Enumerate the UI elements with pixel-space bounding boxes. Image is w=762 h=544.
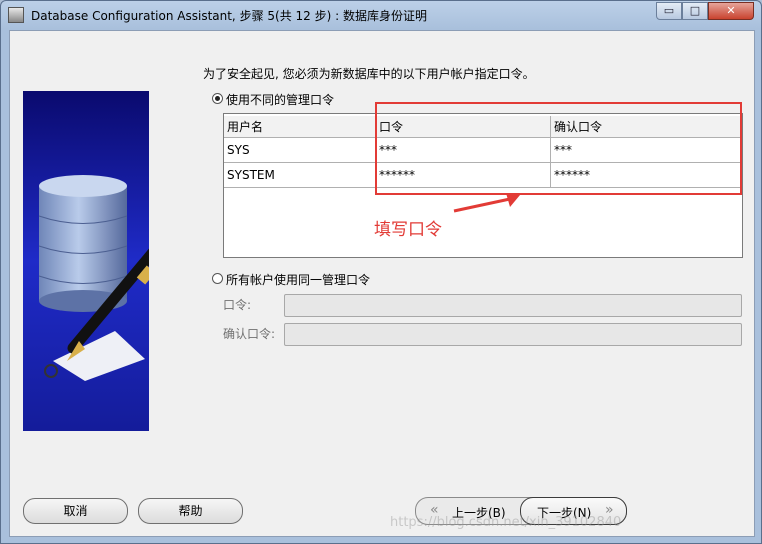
column-header-username: 用户名	[224, 116, 376, 138]
cancel-button[interactable]: 取消	[23, 498, 128, 524]
instruction-text: 为了安全起见, 您必须为新数据库中的以下用户帐户指定口令。	[203, 67, 535, 81]
shared-confirm-label: 确认口令:	[223, 327, 276, 341]
radio-same-password[interactable]	[212, 273, 223, 284]
different-passwords-label: 使用不同的管理口令	[226, 93, 335, 107]
close-button[interactable]: ✕	[708, 2, 754, 20]
same-password-label: 所有帐户使用同一管理口令	[226, 273, 371, 287]
shared-confirm-field[interactable]	[284, 323, 742, 346]
shared-password-field[interactable]	[284, 294, 742, 317]
help-button[interactable]: 帮助	[138, 498, 243, 524]
table-cell-username: SYS	[224, 138, 376, 163]
app-icon	[8, 7, 24, 23]
maximize-button[interactable]: □	[682, 2, 708, 20]
window-title: Database Configuration Assistant, 步骤 5(共…	[31, 9, 427, 23]
dialog-client-area: 为了安全起见, 您必须为新数据库中的以下用户帐户指定口令。 使用不同的管理口令 …	[9, 30, 755, 537]
dbca-window: Database Configuration Assistant, 步骤 5(共…	[0, 0, 762, 544]
watermark-text: https://blog.csdn.net/xin_39102840	[390, 515, 622, 530]
database-pen-illustration	[23, 91, 149, 431]
shared-password-label: 口令:	[223, 298, 252, 312]
annotation-highlight-box	[375, 102, 742, 195]
title-bar[interactable]: Database Configuration Assistant, 步骤 5(共…	[1, 1, 761, 29]
minimize-button[interactable]: ▭	[656, 2, 682, 20]
radio-different-passwords[interactable]	[212, 93, 223, 104]
table-cell-username: SYSTEM	[224, 163, 376, 188]
annotation-text: 填写口令	[374, 220, 442, 240]
annotation-arrow-icon	[453, 193, 520, 213]
